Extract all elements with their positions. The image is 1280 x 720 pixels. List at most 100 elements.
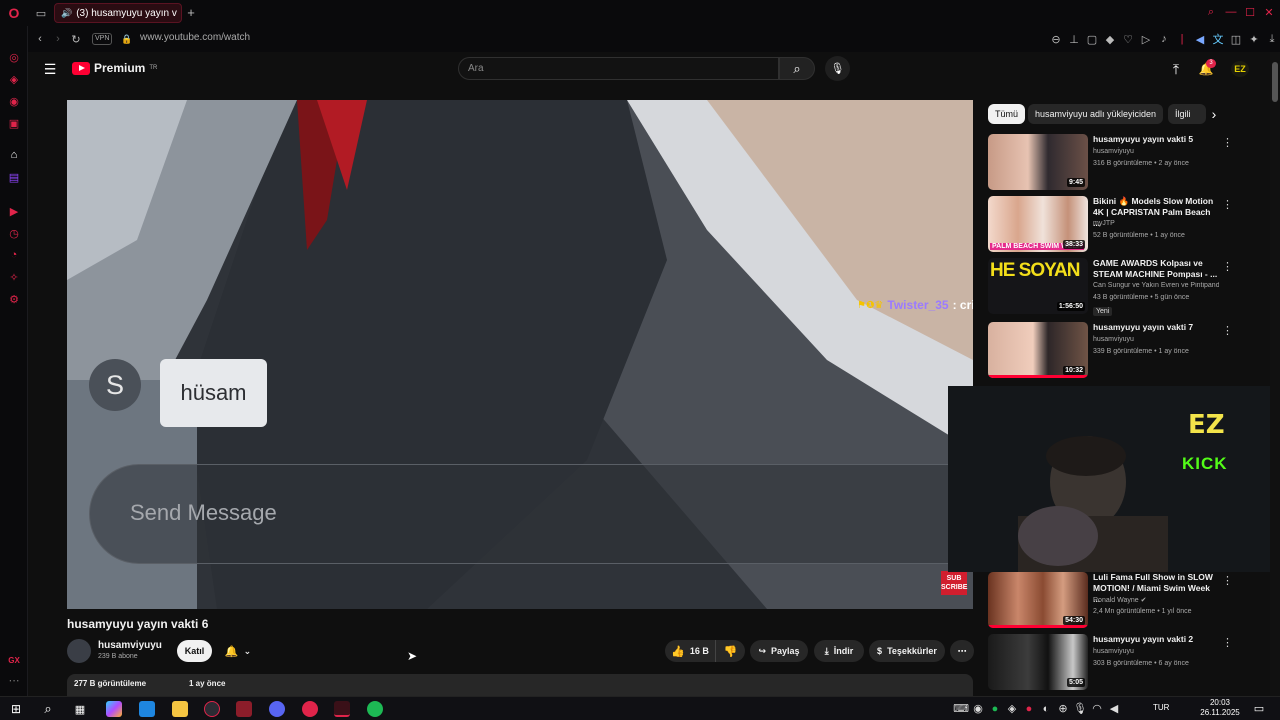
avatar[interactable]: EZ (1231, 61, 1249, 77)
puzzle-icon[interactable]: ✦ (1248, 32, 1260, 46)
share-button[interactable]: ↪ Paylaş (750, 640, 808, 662)
notification-bell-button[interactable]: 🔔 ⌄ (218, 640, 258, 662)
keyboard-icon[interactable]: ⌨ (953, 702, 969, 715)
tray-steam-icon[interactable]: ◐ (1040, 702, 1052, 715)
back-icon[interactable]: ‹ (34, 32, 46, 46)
upload-icon[interactable]: ⤒ (1168, 61, 1184, 77)
list-item[interactable]: 9:45 husamyuyu yayın vakti 5 husamviyuyu… (988, 134, 1248, 192)
close-window-icon[interactable]: ✕ (1262, 5, 1276, 19)
discord-icon[interactable] (269, 701, 285, 717)
list-item[interactable]: 5:05 husamyuyu yayın vakti 2 husamviyuyu… (988, 634, 1248, 692)
hamburger-menu-icon[interactable]: ☰ (42, 61, 58, 77)
send-icon[interactable]: ▷ (1140, 32, 1152, 46)
sidebar-news-icon[interactable]: ▣ (7, 116, 21, 130)
reload-icon[interactable]: ↻ (70, 32, 82, 46)
kebab-menu-icon[interactable]: ⋮ (1222, 136, 1233, 149)
join-button[interactable]: Katıl (177, 640, 212, 662)
forward-icon[interactable]: › (52, 32, 64, 46)
edge-icon[interactable] (139, 701, 155, 717)
new-tab-icon[interactable]: + (184, 5, 198, 20)
gx-logo-icon[interactable]: GX (6, 654, 22, 666)
vpn-badge[interactable]: VPN (92, 33, 113, 45)
sidebar-workspace-icon[interactable]: ⌂ (7, 148, 21, 162)
sidebar-ai-icon[interactable]: ◎ (7, 50, 21, 64)
notification-center-icon[interactable]: ▭ (1252, 701, 1266, 715)
kebab-menu-icon[interactable]: ⋮ (1222, 198, 1233, 211)
kebab-menu-icon[interactable]: ⋮ (1222, 260, 1233, 273)
tray-red-icon[interactable]: ● (1023, 702, 1035, 715)
music-icon[interactable]: ♪ (1158, 32, 1170, 46)
sidebar-messenger-icon[interactable]: ◉ (7, 94, 21, 108)
channel-name[interactable]: husamviyuyu (98, 640, 162, 651)
start-icon[interactable]: ⊞ (8, 701, 24, 717)
search-input[interactable]: Ara (458, 57, 779, 80)
dislike-button[interactable]: 👎 (715, 640, 745, 662)
description-box[interactable]: 277 B görüntüleme 1 ay önce (67, 674, 973, 696)
opera-gx-active-icon[interactable] (334, 701, 350, 717)
opera-logo-icon[interactable]: O (6, 5, 22, 21)
audio-ext-icon[interactable]: ◀ (1194, 32, 1206, 46)
maximize-icon[interactable]: ☐ (1243, 5, 1257, 19)
clock[interactable]: 20:03 26.11.2025 (1200, 698, 1240, 718)
tray-app-icon[interactable]: ◉ (972, 702, 984, 715)
sidebar-history-icon[interactable]: ◔ (7, 248, 21, 262)
url-field[interactable]: www.youtube.com/watch (140, 32, 250, 43)
search-tabs-icon[interactable]: ⌕ (1204, 5, 1218, 19)
kebab-menu-icon[interactable]: ⋮ (1222, 636, 1233, 649)
heart-icon[interactable]: ♡ (1122, 32, 1134, 46)
voice-search-button[interactable]: 🎙 (825, 56, 850, 81)
sidebar-more-icon[interactable]: ⋯ (7, 674, 21, 687)
download-icon[interactable]: ⤓ (1266, 32, 1278, 46)
file-explorer-icon[interactable] (172, 701, 188, 717)
search-button[interactable]: ⌕ (779, 57, 815, 80)
search-icon[interactable]: ⌕ (40, 701, 56, 717)
opera-icon[interactable] (302, 701, 318, 717)
video-player[interactable]: S hüsam Send Message ⚑❶♛ Twister_35 : cr… (67, 100, 973, 609)
voicemod-icon[interactable] (236, 701, 252, 717)
shield-icon[interactable]: ◆ (1104, 32, 1116, 46)
extension-icon[interactable]: ◫ (1230, 32, 1242, 46)
page-scrollbar[interactable] (1270, 52, 1280, 696)
tray-volume-icon[interactable]: ◀ (1108, 702, 1120, 715)
chips-next-icon[interactable]: › (1206, 106, 1222, 122)
sidebar-player-icon[interactable]: ▶ (7, 204, 21, 218)
kebab-menu-icon[interactable]: ⋮ (1222, 324, 1233, 337)
list-item[interactable]: 54:30 Luli Fama Full Show in SLOW MOTION… (988, 572, 1248, 630)
chip-uploader[interactable]: husamviyuyu adlı yükleyiciden (1028, 104, 1164, 124)
list-item[interactable]: PALM BEACH SWIM WEEK 38:33 Bikini 🔥 Mode… (988, 196, 1248, 254)
zoom-icon[interactable]: ⊖ (1050, 32, 1062, 46)
speaker-icon[interactable]: 🔊 (61, 8, 72, 19)
sidebar-clock-icon[interactable]: ◷ (7, 226, 21, 240)
sidebar-bag-icon[interactable]: ◈ (7, 72, 21, 86)
youtube-logo[interactable]: Premium TR (72, 61, 157, 75)
spotify-icon[interactable] (367, 701, 383, 717)
translate-ext-icon[interactable]: 文 (1212, 32, 1224, 46)
chip-related[interactable]: İlgili (1168, 104, 1206, 124)
list-item[interactable]: 10:32 husamyuyu yayın vakti 7 husamviyuy… (988, 322, 1248, 380)
input-language[interactable]: TUR (1153, 703, 1169, 712)
scrollbar-thumb[interactable] (1272, 62, 1278, 102)
sidebar-pin-icon[interactable]: ✧ (7, 270, 21, 284)
sidebar-settings-icon[interactable]: ⚙ (7, 292, 21, 306)
channel-avatar[interactable] (67, 639, 91, 663)
copilot-icon[interactable] (106, 701, 122, 717)
more-actions-button[interactable]: ⋯ (950, 640, 974, 662)
tab-workspace-icon[interactable]: ▭ (34, 6, 48, 20)
like-button[interactable]: 👍 16 B (665, 640, 715, 662)
minimize-icon[interactable]: — (1224, 5, 1238, 19)
chip-all[interactable]: Tümü (988, 104, 1026, 124)
stream-overlay-window[interactable]: EZ KICK (948, 386, 1270, 572)
pin-icon[interactable]: ⊥ (1068, 32, 1080, 46)
tab-active[interactable]: 🔊 (3) husamyuyu yayın v (54, 3, 182, 23)
gx-browser-icon[interactable] (204, 701, 220, 717)
thanks-button[interactable]: $ Teşekkürler (869, 640, 945, 662)
tray-controller-icon[interactable]: ◈ (1006, 702, 1018, 715)
snapshot-icon[interactable]: ▢ (1086, 32, 1098, 46)
tray-spotify-icon[interactable]: ● (989, 702, 1001, 715)
task-view-icon[interactable]: ▦ (72, 701, 88, 717)
sidebar-twitch-icon[interactable]: ▤ (7, 170, 21, 184)
lock-icon[interactable]: 🔒 (121, 32, 132, 46)
tray-wifi-icon[interactable]: ◠ (1091, 702, 1103, 715)
tray-mic-icon[interactable]: 🎙 (1073, 702, 1087, 715)
list-item[interactable]: HE SOYAN 1:56:50 GAME AWARDS Kolpası ve … (988, 258, 1248, 316)
